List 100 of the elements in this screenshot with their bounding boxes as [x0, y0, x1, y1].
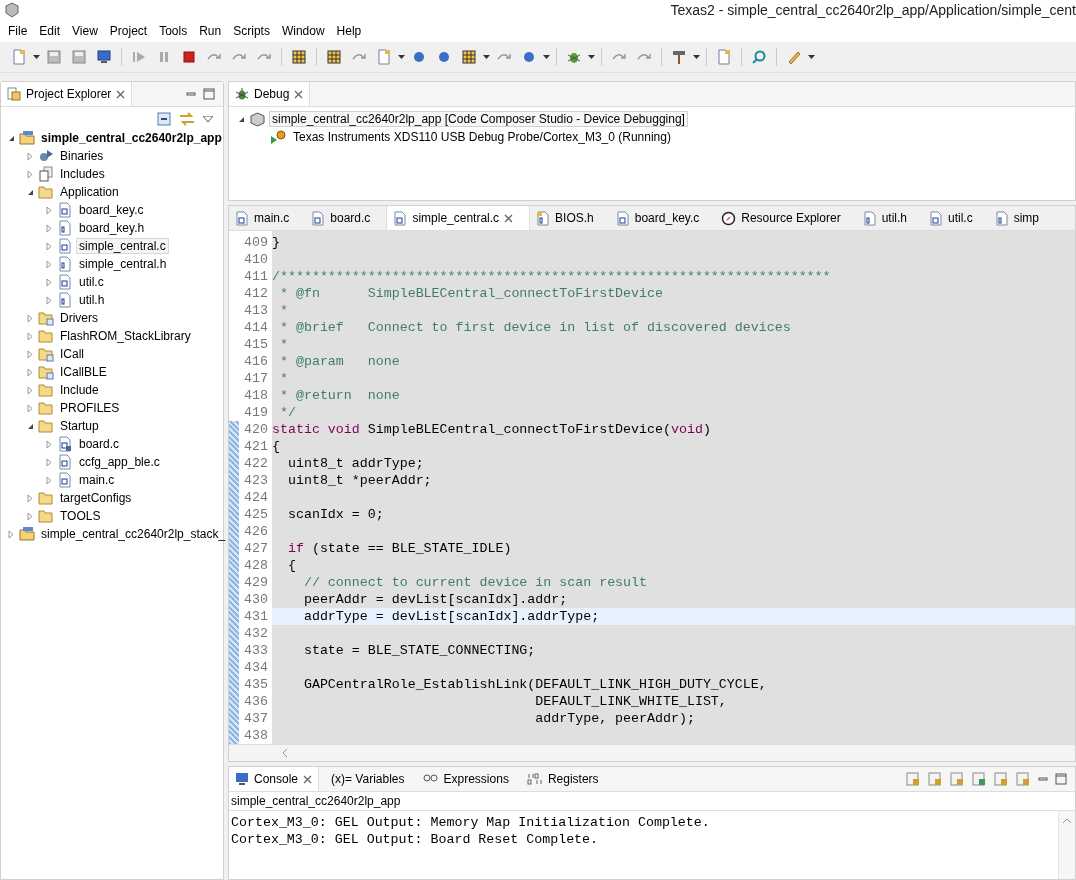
collapsed-arrow-icon[interactable]: [26, 313, 35, 323]
close-icon[interactable]: [504, 213, 514, 223]
collapse-all-icon[interactable]: [157, 112, 171, 126]
dropdown-caret-icon[interactable]: [543, 55, 550, 59]
editor-tab[interactable]: board.c: [305, 206, 387, 230]
tree-item[interactable]: simple_central.c: [76, 238, 169, 254]
tree-item[interactable]: Drivers: [57, 310, 101, 326]
tree-item[interactable]: simple_central_cc2640r2lp_app: [38, 130, 225, 146]
dropdown-caret-icon[interactable]: [693, 55, 700, 59]
menu-item[interactable]: File: [2, 24, 34, 38]
tree-item[interactable]: board_key.c: [76, 202, 147, 218]
collapsed-arrow-icon[interactable]: [26, 331, 35, 341]
tree-item[interactable]: util.c: [76, 274, 107, 290]
tree-item[interactable]: main.c: [76, 472, 118, 488]
collapsed-arrow-icon[interactable]: [45, 223, 54, 233]
dropdown-caret-icon[interactable]: [398, 55, 405, 59]
collapsed-arrow-icon[interactable]: [45, 241, 54, 251]
debug-tree-item[interactable]: simple_central_cc2640r2lp_app [Code Composer Studio - Device Debugging]: [269, 111, 688, 127]
dropdown-caret-icon[interactable]: [588, 55, 595, 59]
console-tab[interactable]: (x)= Variables: [325, 767, 411, 791]
menu-item[interactable]: Window: [275, 24, 331, 38]
collapsed-arrow-icon[interactable]: [26, 367, 35, 377]
link-arrows-icon[interactable]: [179, 112, 195, 126]
stop-icon[interactable]: [181, 49, 197, 65]
menu-item[interactable]: Edit: [33, 24, 67, 38]
scroll-left-icon[interactable]: [281, 748, 289, 758]
breakpoint-icon[interactable]: [436, 49, 452, 65]
collapsed-arrow-icon[interactable]: [45, 475, 54, 485]
tree-item[interactable]: Includes: [57, 166, 108, 182]
editor-tab[interactable]: BIOS.h: [530, 206, 610, 230]
save-icon[interactable]: [46, 49, 62, 65]
hammer-icon[interactable]: [671, 49, 687, 65]
console-tab[interactable]: Console: [229, 767, 320, 791]
editor-tab[interactable]: Resource Explorer: [715, 206, 857, 230]
close-icon[interactable]: [294, 89, 304, 99]
menu-item[interactable]: Help: [330, 24, 368, 38]
debug-tab[interactable]: Debug: [229, 82, 311, 106]
tree-item[interactable]: PROFILES: [57, 400, 123, 416]
pen-icon[interactable]: [786, 49, 802, 65]
editor-tab[interactable]: util.h: [856, 206, 923, 230]
collapsed-arrow-icon[interactable]: [45, 277, 54, 287]
collapsed-arrow-icon[interactable]: [26, 385, 35, 395]
resume-icon[interactable]: [131, 49, 147, 65]
tree-item[interactable]: targetConfigs: [57, 490, 135, 506]
tree-item[interactable]: ICallBLE: [57, 364, 110, 380]
debug-tree-item[interactable]: Texas Instruments XDS110 USB Debug Probe/Cortex_M3_0 (Running): [290, 129, 674, 145]
close-icon[interactable]: [116, 89, 126, 99]
dropdown-caret-icon[interactable]: [33, 55, 40, 59]
tree-item[interactable]: Application: [57, 184, 122, 200]
tree-item[interactable]: ccfg_app_ble.c: [76, 454, 163, 470]
ball-icon[interactable]: [521, 49, 537, 65]
collapsed-arrow-icon[interactable]: [26, 169, 35, 179]
collapsed-arrow-icon[interactable]: [26, 403, 35, 413]
editor-tab[interactable]: board_key.c: [609, 206, 716, 230]
breakpoint-icon[interactable]: [411, 49, 427, 65]
save-all-icon[interactable]: [71, 49, 87, 65]
grid-icon[interactable]: [291, 49, 307, 65]
collapsed-arrow-icon[interactable]: [45, 439, 54, 449]
menu-item[interactable]: Run: [193, 24, 228, 38]
collapsed-arrow-icon[interactable]: [45, 205, 54, 215]
collapsed-arrow-icon[interactable]: [26, 349, 35, 359]
menu-item[interactable]: Tools: [153, 24, 194, 38]
new-file-icon[interactable]: [11, 49, 27, 65]
editor-tab[interactable]: simple_central.c: [386, 206, 531, 230]
tree-item[interactable]: Startup: [57, 418, 102, 434]
tree-item[interactable]: Binaries: [57, 148, 107, 164]
menu-item[interactable]: View: [66, 24, 104, 38]
tree-item[interactable]: board.c: [76, 436, 123, 452]
close-icon[interactable]: [303, 774, 313, 784]
scroll-up-icon[interactable]: [1062, 817, 1072, 825]
dropdown-caret-icon[interactable]: [483, 55, 490, 59]
collapsed-arrow-icon[interactable]: [45, 295, 54, 305]
console-tab[interactable]: Registers: [520, 767, 605, 791]
tree-item[interactable]: util.h: [76, 292, 108, 308]
tree-item[interactable]: simple_central.h: [76, 256, 170, 272]
collapsed-arrow-icon[interactable]: [26, 493, 35, 503]
project-explorer-tab[interactable]: Project Explorer: [1, 82, 133, 106]
vertical-scrollbar[interactable]: [1058, 811, 1075, 879]
tree-item[interactable]: board_key.h: [76, 220, 148, 236]
maximize-icon[interactable]: [203, 88, 215, 100]
view-menu-icon[interactable]: [203, 116, 213, 122]
collapsed-arrow-icon[interactable]: [7, 529, 16, 539]
editor-tab[interactable]: simp: [988, 206, 1055, 230]
tree-item[interactable]: ICall: [57, 346, 87, 362]
tree-item[interactable]: Include: [57, 382, 102, 398]
tree-item[interactable]: FlashROM_StackLibrary: [57, 328, 194, 344]
editor-tab[interactable]: util.c: [923, 206, 989, 230]
maximize-icon[interactable]: [1055, 773, 1067, 785]
menu-item[interactable]: Project: [103, 24, 154, 38]
collapsed-arrow-icon[interactable]: [26, 511, 35, 521]
collapsed-arrow-icon[interactable]: [45, 457, 54, 467]
menu-item[interactable]: Scripts: [227, 24, 276, 38]
editor-tab[interactable]: main.c: [229, 206, 306, 230]
tree-item[interactable]: simple_central_cc2640r2lp_stack_: [38, 526, 229, 542]
search-icon[interactable]: [751, 49, 767, 65]
console-tab[interactable]: Expressions: [416, 767, 515, 791]
tree-item[interactable]: TOOLS: [57, 508, 104, 524]
collapsed-arrow-icon[interactable]: [26, 151, 35, 161]
collapsed-arrow-icon[interactable]: [45, 259, 54, 269]
dropdown-caret-icon[interactable]: [808, 55, 815, 59]
